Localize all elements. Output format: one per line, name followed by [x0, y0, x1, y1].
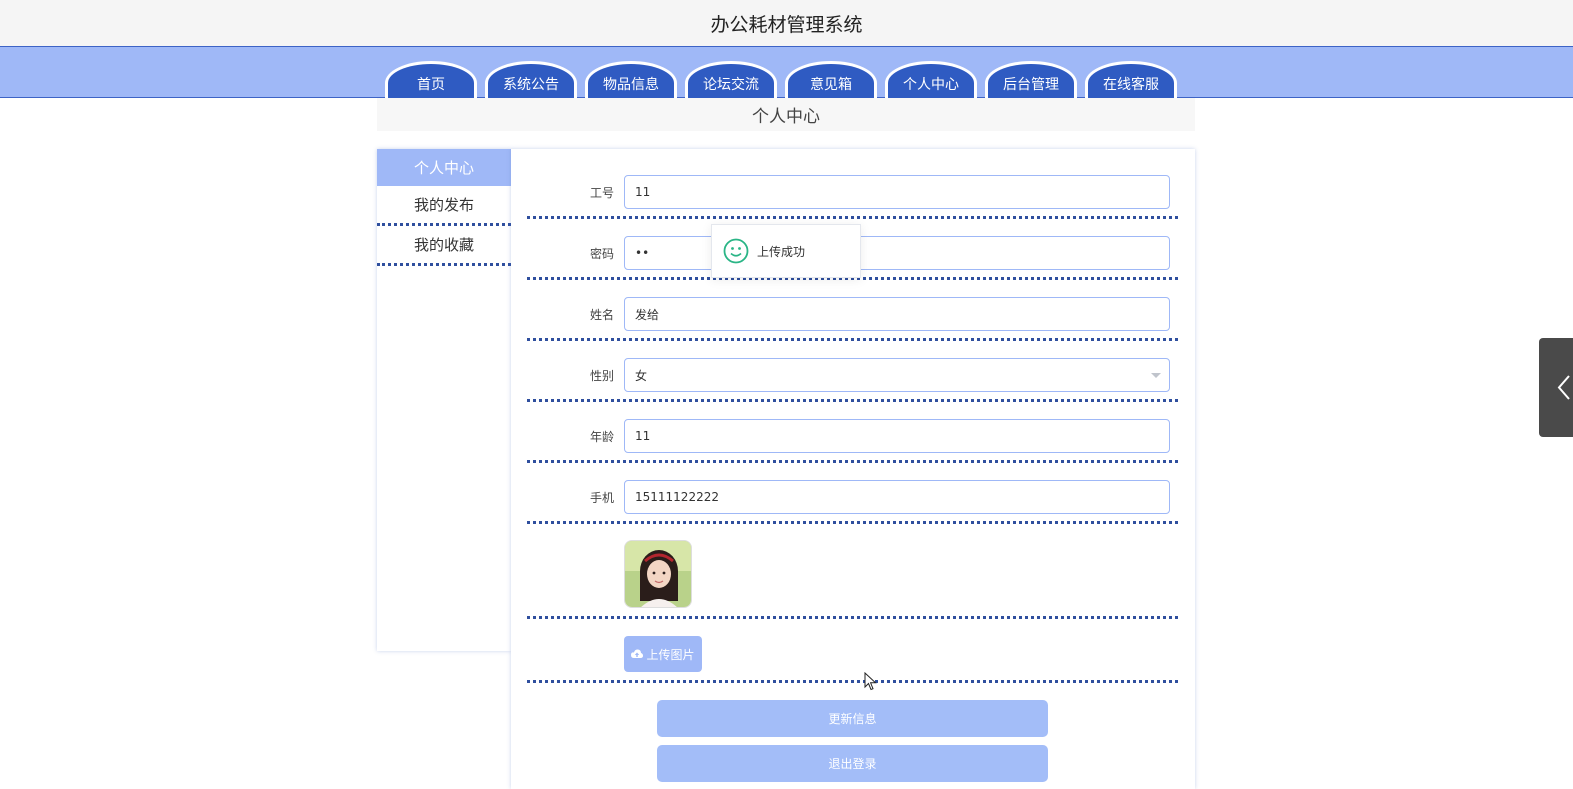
mouse-cursor-icon [864, 672, 877, 691]
avatar [624, 540, 692, 608]
tab-personal-center[interactable]: 个人中心 [885, 61, 977, 99]
app-header: 办公耗材管理系统 [0, 0, 1573, 46]
phone-label: 手机 [589, 491, 614, 505]
form-row-age: 年龄 11 [527, 402, 1178, 463]
logout-button[interactable]: 退出登录 [657, 745, 1048, 782]
upload-image-button[interactable]: 上传图片 [624, 636, 702, 672]
form-row-phone: 手机 15111122222 [527, 463, 1178, 524]
smile-icon [723, 238, 749, 264]
sidebar-item-my-favorites[interactable]: 我的收藏 [377, 226, 511, 266]
phone-input[interactable]: 15111122222 [624, 480, 1170, 514]
cloud-upload-icon [631, 649, 644, 658]
success-toast: 上传成功 [711, 224, 861, 278]
side-panel-toggle[interactable] [1539, 338, 1573, 437]
upload-image-label: 上传图片 [646, 647, 695, 662]
chevron-left-icon [1557, 375, 1570, 400]
employee-id-input[interactable]: 11 [624, 175, 1170, 209]
sidebar-item-my-posts[interactable]: 我的发布 [377, 186, 511, 226]
tab-admin[interactable]: 后台管理 [985, 61, 1077, 99]
form-row-upload: 上传图片 [527, 619, 1178, 683]
form-row-avatar [527, 524, 1178, 619]
name-input[interactable]: 发给 [624, 297, 1170, 331]
sidebar: 个人中心 我的发布 我的收藏 [377, 149, 511, 651]
form-row-employee-id: 工号 11 [527, 149, 1178, 219]
gender-value: 女 [635, 368, 648, 383]
age-label: 年龄 [589, 430, 614, 444]
gender-label: 性别 [589, 369, 614, 383]
password-label: 密码 [589, 247, 614, 261]
password-input[interactable]: •• [624, 236, 1170, 270]
app-title: 办公耗材管理系统 [710, 13, 863, 36]
chevron-down-icon [1151, 373, 1161, 378]
tab-feedback[interactable]: 意见箱 [785, 61, 877, 99]
main-nav: 首页 系统公告 物品信息 论坛交流 意见箱 个人中心 后台管理 在线客服 [0, 46, 1573, 99]
sidebar-item-personal-center[interactable]: 个人中心 [377, 149, 511, 186]
name-label: 姓名 [589, 308, 614, 322]
gender-select[interactable]: 女 [624, 358, 1170, 392]
update-info-button[interactable]: 更新信息 [657, 700, 1048, 737]
avatar-image [625, 541, 691, 607]
tab-announcements[interactable]: 系统公告 [485, 61, 577, 99]
tab-customer-service[interactable]: 在线客服 [1085, 61, 1177, 99]
age-input[interactable]: 11 [624, 419, 1170, 453]
form-row-name: 姓名 发给 [527, 280, 1178, 341]
nav-tabs: 首页 系统公告 物品信息 论坛交流 意见箱 个人中心 后台管理 在线客服 [385, 61, 1177, 99]
tab-forum[interactable]: 论坛交流 [685, 61, 777, 99]
tab-items[interactable]: 物品信息 [585, 61, 677, 99]
form-row-gender: 性别 女 [527, 341, 1178, 402]
tab-home[interactable]: 首页 [385, 61, 477, 99]
employee-id-label: 工号 [589, 186, 614, 200]
page-title: 个人中心 [377, 98, 1195, 131]
toast-message: 上传成功 [757, 244, 806, 259]
